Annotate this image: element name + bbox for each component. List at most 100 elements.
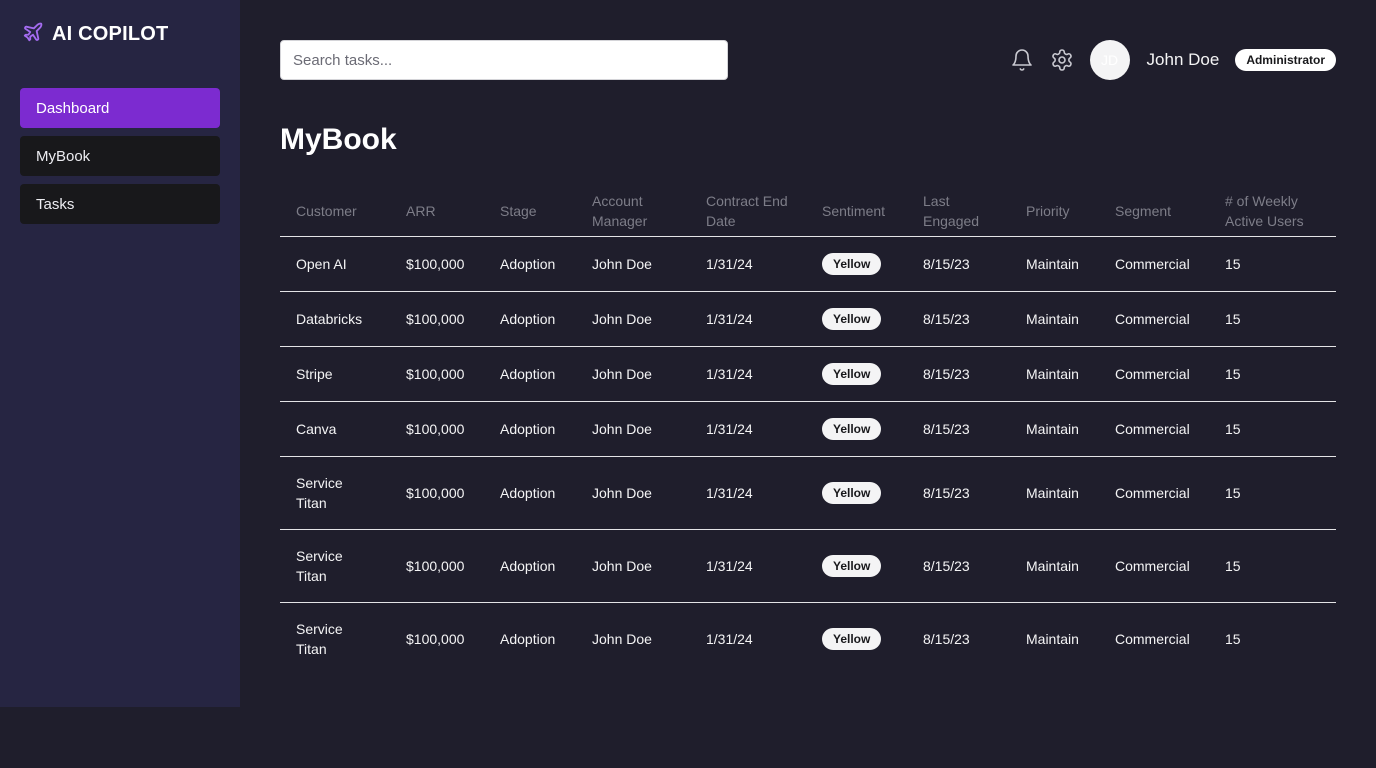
table-cell: Maintain [1026, 630, 1079, 647]
table-cell: Canva [280, 401, 390, 457]
table-cell: 8/15/23 [907, 346, 1010, 402]
table-cell: Adoption [484, 456, 576, 530]
role-badge: Administrator [1235, 49, 1336, 71]
column-header[interactable]: Sentiment [806, 186, 907, 237]
table-cell: Adoption [484, 346, 576, 402]
table-row[interactable]: Service Titan $100,000 Adoption John Doe 1/3… [280, 529, 1336, 603]
sidebar-item-mybook[interactable]: MyBook [20, 136, 220, 176]
table-cell: $100,000 [390, 346, 484, 402]
table-cell: 15 [1209, 529, 1336, 603]
sidebar-item-label: Dashboard [36, 99, 110, 117]
table-cell: Adoption [484, 291, 576, 347]
table-cell: Yellow [806, 401, 907, 457]
app-title: AI COPILOT [52, 22, 169, 45]
sentiment-badge: Yellow [822, 481, 882, 504]
gear-icon[interactable] [1050, 48, 1074, 72]
table-cell: 8/15/23 [923, 630, 970, 647]
table-cell: 15 [1225, 630, 1241, 647]
top-bar: JD John Doe Administrator [280, 40, 1336, 80]
column-header[interactable]: Contract End Date [690, 186, 806, 237]
search-input[interactable] [280, 40, 728, 80]
table-cell: $100,000 [390, 291, 484, 347]
table-cell: Yellow [806, 236, 907, 292]
sidebar-nav: Dashboard MyBook Tasks [20, 88, 220, 224]
table-cell: Commercial [1115, 630, 1190, 647]
table-cell: 1/31/24 [690, 529, 806, 603]
table-cell: Maintain [1010, 346, 1099, 402]
table-cell: Maintain [1010, 529, 1099, 603]
table-cell: John Doe [576, 346, 690, 402]
table-row[interactable]: Open AI $100,000 Adoption John Doe 1/31/24 Ye… [280, 236, 1336, 292]
table-cell: 1/31/24 [690, 401, 806, 457]
sidebar-item-dashboard[interactable]: Dashboard [20, 88, 220, 128]
table-cell: Yellow [806, 529, 907, 603]
table-cell: Maintain [1010, 236, 1099, 292]
table-cell: Databricks [280, 291, 390, 347]
table-cell: Yellow [806, 602, 907, 675]
table-cell: 1/31/24 [690, 291, 806, 347]
table-cell: 1/31/24 [706, 630, 753, 647]
table-cell: $100,000 [390, 456, 484, 530]
sentiment-badge: Yellow [822, 252, 882, 275]
app-logo[interactable]: AI COPILOT [22, 20, 220, 48]
sidebar-item-label: Tasks [36, 195, 75, 213]
sentiment-badge: Yellow [822, 417, 882, 440]
table-cell: 8/15/23 [907, 456, 1010, 530]
table-cell: Adoption [500, 630, 556, 647]
column-header[interactable]: ARR [390, 186, 484, 237]
table-cell: John Doe [576, 529, 690, 603]
table-cell: $100,000 [390, 236, 484, 292]
column-header[interactable]: Stage [484, 186, 576, 237]
column-header[interactable]: Segment [1099, 186, 1209, 237]
table-cell: Yellow [806, 456, 907, 530]
main-content: JD John Doe Administrator MyBook Custome… [280, 40, 1336, 675]
table-cell: $100,000 [390, 401, 484, 457]
avatar-initials: JD [1100, 52, 1119, 68]
table-cell: 8/15/23 [907, 291, 1010, 347]
table-cell: John Doe [592, 630, 652, 647]
table-cell: Adoption [484, 236, 576, 292]
table-cell: Open AI [280, 236, 390, 292]
table-cell: John Doe [576, 291, 690, 347]
column-header[interactable]: # of Weekly Active Users [1209, 186, 1336, 237]
table-row[interactable]: Service Titan $100,000 Adoption John Doe 1/3… [280, 602, 1336, 675]
column-header[interactable]: Account Manager [576, 186, 690, 237]
column-header[interactable]: Last Engaged [907, 186, 1010, 237]
table-row[interactable]: Stripe $100,000 Adoption John Doe 1/31/24 Yel… [280, 346, 1336, 402]
table-cell: Service Titan [280, 456, 390, 530]
table-body: Open AI $100,000 Adoption John Doe 1/31/24 Ye… [280, 236, 1336, 675]
column-header[interactable]: Customer [280, 186, 390, 237]
table-cell: $100,000 [406, 630, 465, 647]
column-header[interactable]: Priority [1010, 186, 1099, 237]
table-cell: John Doe [576, 236, 690, 292]
table-cell: Commercial [1099, 291, 1209, 347]
avatar[interactable]: JD [1089, 40, 1130, 80]
bell-icon[interactable] [1010, 48, 1034, 72]
table-cell: Maintain [1010, 291, 1099, 347]
table-cell: Commercial [1099, 529, 1209, 603]
sentiment-badge: Yellow [822, 554, 882, 577]
table-cell: 15 [1209, 291, 1336, 347]
table-cell: 1/31/24 [690, 236, 806, 292]
table-row[interactable]: Canva $100,000 Adoption John Doe 1/31/24 Yell… [280, 401, 1336, 457]
table-cell: Adoption [484, 529, 576, 603]
table-cell: Yellow [806, 291, 907, 347]
table-cell: 8/15/23 [907, 401, 1010, 457]
table-header-row: Customer ARR Stage Account Manager Contract … [280, 186, 1336, 237]
table-row[interactable]: Databricks $100,000 Adoption John Doe 1/31/2… [280, 291, 1336, 347]
table-cell: 15 [1209, 401, 1336, 457]
table-cell: Commercial [1099, 456, 1209, 530]
table-cell: Adoption [484, 401, 576, 457]
table-cell: Yellow [806, 346, 907, 402]
table-cell: 15 [1209, 456, 1336, 530]
sentiment-badge: Yellow [822, 627, 882, 650]
table-cell: 1/31/24 [690, 456, 806, 530]
user-name: John Doe [1146, 50, 1220, 69]
sentiment-badge: Yellow [822, 362, 882, 385]
table-cell: Commercial [1099, 236, 1209, 292]
table-row[interactable]: Service Titan $100,000 Adoption John Doe 1/3… [280, 456, 1336, 530]
table-cell: John Doe [576, 456, 690, 530]
table-cell: 8/15/23 [907, 236, 1010, 292]
sidebar-item-tasks[interactable]: Tasks [20, 184, 220, 224]
table-cell: 1/31/24 [690, 346, 806, 402]
